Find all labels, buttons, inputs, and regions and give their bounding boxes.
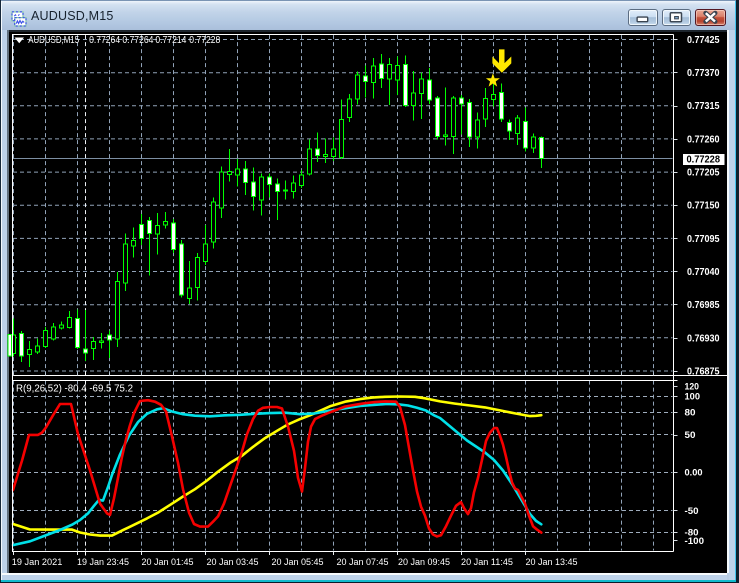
svg-text:0.77260: 0.77260 <box>687 133 720 145</box>
svg-text:50: 50 <box>685 430 696 441</box>
svg-text:0.76930: 0.76930 <box>687 332 720 344</box>
svg-text:20 Jan 05:45: 20 Jan 05:45 <box>272 557 324 568</box>
svg-text:0.76875: 0.76875 <box>687 365 720 377</box>
svg-text:20 Jan 03:45: 20 Jan 03:45 <box>207 557 259 568</box>
svg-text:-50: -50 <box>685 506 699 517</box>
svg-text:100: 100 <box>685 392 701 403</box>
svg-text:80: 80 <box>685 408 696 419</box>
svg-text:20 Jan 11:45: 20 Jan 11:45 <box>461 557 513 568</box>
svg-text:-100: -100 <box>685 536 705 547</box>
svg-text:19 Jan 23:45: 19 Jan 23:45 <box>77 557 129 568</box>
svg-text:AUDUSD,M15: AUDUSD,M15 <box>28 35 79 46</box>
svg-text:0.77228: 0.77228 <box>189 35 220 46</box>
svg-text:19 Jan 2021: 19 Jan 2021 <box>12 557 63 568</box>
svg-text:0.77040: 0.77040 <box>687 266 720 278</box>
svg-text:0.77264: 0.77264 <box>89 35 120 46</box>
svg-text:0.77315: 0.77315 <box>687 100 720 112</box>
svg-text:0.77264: 0.77264 <box>122 35 153 46</box>
svg-text:0.00: 0.00 <box>685 468 703 479</box>
svg-text:0.77370: 0.77370 <box>687 67 720 79</box>
svg-text:20 Jan 13:45: 20 Jan 13:45 <box>526 557 578 568</box>
svg-text:0.76985: 0.76985 <box>687 299 720 311</box>
svg-text:20 Jan 01:45: 20 Jan 01:45 <box>142 557 194 568</box>
svg-text:0.77228: 0.77228 <box>687 154 721 166</box>
svg-text:20 Jan 09:45: 20 Jan 09:45 <box>398 557 450 568</box>
svg-text:R(9,26,52) -80.4 -69.5 75.2: R(9,26,52) -80.4 -69.5 75.2 <box>16 384 133 395</box>
svg-text:0.77205: 0.77205 <box>687 167 720 179</box>
svg-text:20 Jan 07:45: 20 Jan 07:45 <box>337 557 389 568</box>
svg-text:0.77095: 0.77095 <box>687 233 720 245</box>
svg-text:0.77425: 0.77425 <box>687 34 720 46</box>
svg-text:0.77150: 0.77150 <box>687 200 720 212</box>
svg-text:0.77214: 0.77214 <box>155 35 186 46</box>
